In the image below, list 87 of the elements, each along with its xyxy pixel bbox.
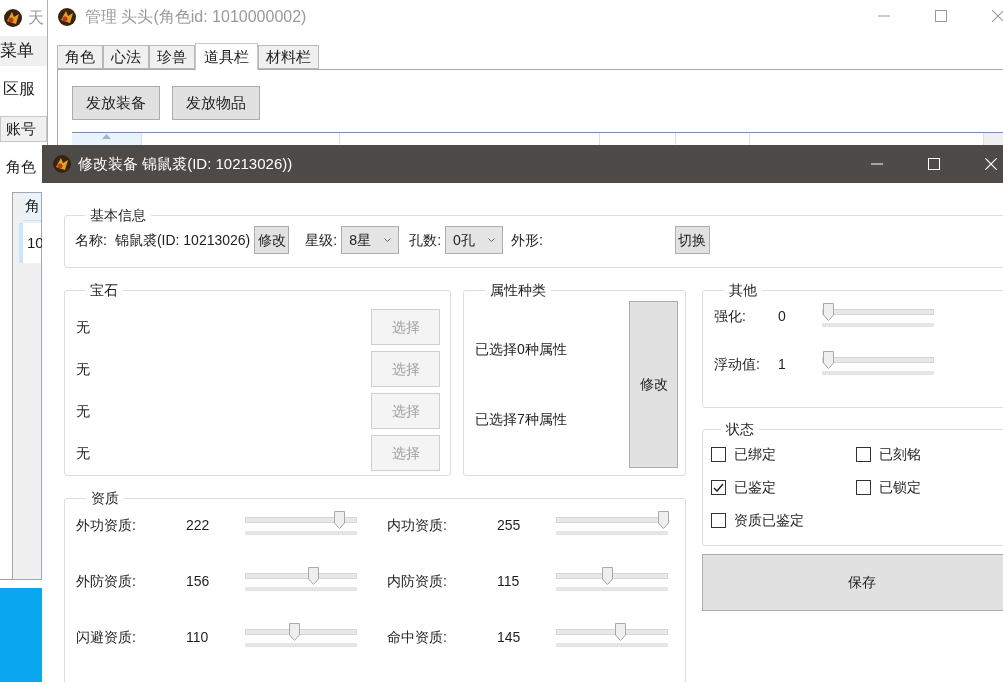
button[interactable]: 修改 <box>254 226 290 254</box>
gem-value: 无 <box>75 443 90 463</box>
tab[interactable]: 账号 <box>0 116 47 142</box>
slider-thumb[interactable] <box>823 303 834 321</box>
app-icon <box>57 7 77 27</box>
group-title: 其他 <box>728 281 758 300</box>
field-label: 外形: <box>511 230 543 250</box>
field-label: 外防资质: <box>76 571 137 591</box>
menu-item[interactable]: 菜单 <box>0 38 34 64</box>
tab[interactable]: 珍兽 <box>149 45 195 69</box>
slider-thumb[interactable] <box>602 567 614 585</box>
attribute-count: 已选择7种属性 <box>475 409 568 429</box>
slider[interactable] <box>556 514 668 538</box>
slider[interactable] <box>822 354 934 378</box>
field-value: 110 <box>186 627 210 647</box>
slider-thumb[interactable] <box>289 623 301 641</box>
tab[interactable]: 心法 <box>103 45 149 69</box>
app-icon <box>52 154 72 174</box>
slider[interactable] <box>245 514 357 538</box>
item-name: 锦鼠裘(ID: 10213026) <box>114 230 251 250</box>
gem-value: 无 <box>75 401 90 421</box>
slider[interactable] <box>822 306 934 330</box>
field-label: 孔数: <box>409 230 442 250</box>
field-value: 0 <box>778 306 787 326</box>
dropdown[interactable]: 8星 <box>341 226 400 254</box>
tab[interactable]: 角色 <box>57 45 103 69</box>
checkbox[interactable] <box>856 446 871 462</box>
group-title: 资质 <box>90 489 120 508</box>
field-label: 强化: <box>714 306 747 326</box>
group-title: 属性种类 <box>489 281 547 300</box>
window-title: 天 <box>28 8 44 28</box>
group-title: 状态 <box>725 420 755 439</box>
slider-thumb[interactable] <box>658 511 669 529</box>
button[interactable]: 保存 <box>702 554 1003 611</box>
checkbox-label: 已刻铭 <box>879 444 921 464</box>
check-icon <box>713 482 724 492</box>
field-value: 145 <box>497 627 522 647</box>
column-header[interactable]: 角 <box>23 193 41 221</box>
group-title: 宝石 <box>89 281 119 300</box>
chevron-down-icon <box>384 238 392 242</box>
field-value: 1 <box>778 354 787 374</box>
field-value: 115 <box>497 571 521 591</box>
button[interactable]: 修改 <box>629 301 678 468</box>
slider[interactable] <box>556 626 668 650</box>
checkbox[interactable] <box>711 512 726 528</box>
checkbox-label: 已鉴定 <box>734 477 776 497</box>
gem-value: 无 <box>75 317 90 337</box>
section-label: 角色 <box>6 156 36 177</box>
tab[interactable]: 材料栏 <box>258 45 319 69</box>
field-value: 222 <box>186 515 211 535</box>
field-label: 名称: <box>75 230 107 250</box>
checkbox-label: 资质已鉴定 <box>734 510 804 530</box>
slider-thumb[interactable] <box>333 511 345 529</box>
field-label: 区服 <box>3 79 35 99</box>
field-label: 浮动值: <box>714 354 761 374</box>
window-title: 管理 头头(角色id: 1010000002) <box>85 7 307 27</box>
slider-thumb[interactable] <box>307 567 319 585</box>
checkbox[interactable] <box>856 479 871 495</box>
tab[interactable]: 道具栏 <box>195 43 258 70</box>
gem-value: 无 <box>75 359 90 379</box>
field-label: 内防资质: <box>387 571 448 591</box>
slider[interactable] <box>556 570 668 594</box>
chevron-down-icon <box>488 238 496 242</box>
group-title: 基本信息 <box>89 206 147 225</box>
field-label: 内功资质: <box>387 515 448 535</box>
window-title: 修改装备 锦鼠裘(ID: 10213026)) <box>78 153 293 174</box>
slider-thumb[interactable] <box>823 351 834 369</box>
action-button[interactable]: 发放物品 <box>172 86 260 120</box>
attribute-count: 已选择0种属性 <box>475 340 568 360</box>
checkbox[interactable] <box>711 479 726 495</box>
field-value: 255 <box>497 515 522 535</box>
slider[interactable] <box>245 626 357 650</box>
app-icon <box>3 8 23 28</box>
dropdown[interactable]: 0孔 <box>445 226 504 254</box>
action-button[interactable]: 发放装备 <box>72 86 160 120</box>
checkbox-label: 已绑定 <box>734 444 776 464</box>
slider[interactable] <box>245 570 357 594</box>
checkbox[interactable] <box>711 446 726 462</box>
checkbox-label: 已锁定 <box>879 477 921 497</box>
field-label: 命中资质: <box>387 627 448 647</box>
sort-arrow-icon <box>102 134 111 139</box>
field-label: 闪避资质: <box>76 627 137 647</box>
button[interactable]: 切换 <box>674 226 710 254</box>
slider-thumb[interactable] <box>614 623 626 641</box>
field-label: 星级: <box>305 230 338 250</box>
field-value: 156 <box>186 571 211 591</box>
field-label: 外功资质: <box>76 515 137 535</box>
